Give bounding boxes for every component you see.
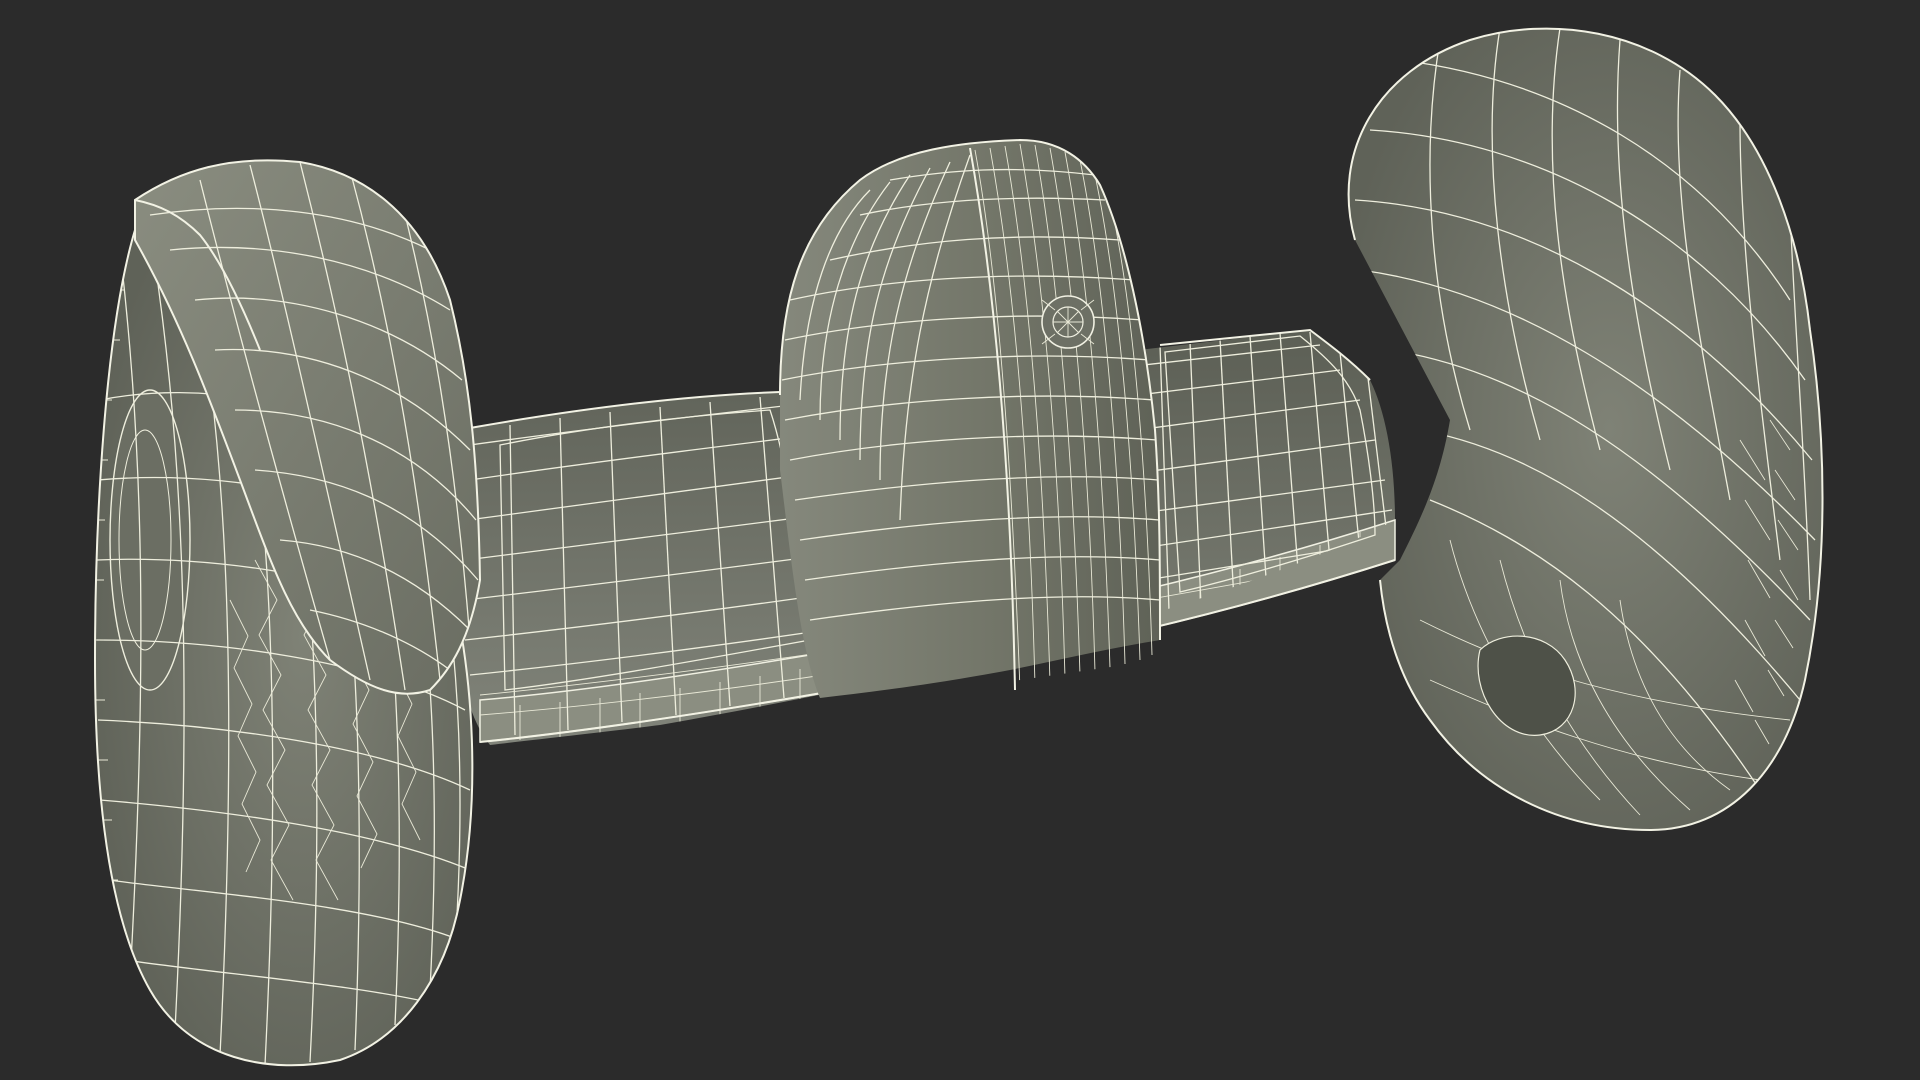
right-wheel	[1347, 27, 1824, 832]
power-button-icon	[1041, 295, 1095, 349]
stem-body	[780, 140, 1160, 698]
render-viewport	[0, 0, 1920, 1080]
center-stem	[779, 138, 1161, 698]
scooter-wireframe-render	[93, 27, 1824, 1067]
